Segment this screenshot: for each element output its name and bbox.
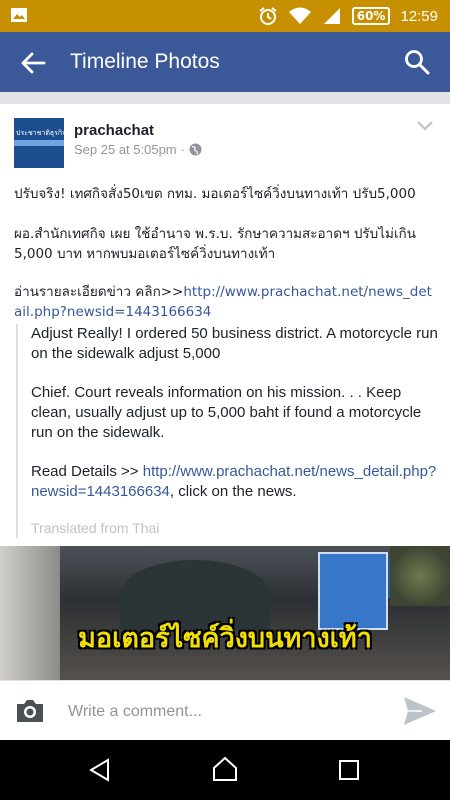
avatar-logo-bar [14, 140, 64, 146]
nav-back-icon[interactable] [88, 758, 112, 782]
chevron-down-icon[interactable] [416, 120, 434, 132]
translated-paragraph: Read Details >> http://www.prachachat.ne… [31, 462, 442, 502]
post-text-paragraph: อ่านรายละเอียดข่าว คลิก>>http://www.prac… [14, 282, 438, 322]
post-text-paragraph: ผอ.สำนักเทศกิจ เผย ใช้อำนาจ พ.ร.บ. รักษา… [14, 226, 416, 262]
nav-home-icon[interactable] [212, 756, 238, 782]
back-arrow-icon[interactable] [20, 50, 46, 76]
gallery-notification-icon [11, 8, 27, 22]
alarm-icon [259, 7, 277, 25]
battery-icon: 60% [351, 7, 391, 25]
post-photo[interactable]: มอเตอร์ไซค์วิ่งบนทางเท้า [0, 546, 450, 680]
camera-icon[interactable] [14, 697, 46, 725]
meta-separator: · [180, 142, 185, 157]
comment-input[interactable] [68, 701, 368, 723]
post-meta: Sep 25 at 5:05pm · [74, 142, 202, 157]
globe-icon [189, 143, 202, 156]
send-icon[interactable] [402, 694, 438, 728]
photo-building [0, 546, 60, 680]
comment-bar [0, 680, 450, 740]
search-icon[interactable] [404, 49, 430, 75]
clock: 12:59 [400, 7, 438, 25]
avatar-logo-text: ประชาชาติธุรกิจ [16, 129, 64, 137]
avatar[interactable]: ประชาชาติธุรกิจ [14, 118, 64, 168]
post-timestamp[interactable]: Sep 25 at 5:05pm [74, 142, 177, 157]
translation-block: Adjust Really! I ordered 50 business dis… [16, 324, 442, 538]
status-bar: 60% 12:59 [0, 0, 450, 32]
page-name-link[interactable]: prachachat [74, 122, 154, 139]
page-title: Timeline Photos [70, 50, 220, 73]
post-text-paragraph: ปรับจริง! เทศกิจสั่ง50เขต กทม. มอเตอร์ไซ… [14, 186, 416, 202]
photo-caption: มอเตอร์ไซค์วิ่งบนทางเท้า [78, 623, 372, 654]
photo-tree [390, 546, 450, 606]
system-nav-bar [0, 740, 450, 800]
app-bar: Timeline Photos [0, 32, 450, 92]
read-more-prefix: อ่านรายละเอียดข่าว คลิก>> [14, 284, 184, 300]
divider [0, 92, 450, 104]
translated-from-note[interactable]: Translated from Thai [31, 518, 442, 538]
battery-level: 60% [351, 7, 391, 25]
translated-read-prefix: Read Details >> [31, 463, 143, 480]
translated-paragraph: Chief. Court reveals information on his … [31, 384, 422, 441]
translated-paragraph: Adjust Really! I ordered 50 business dis… [31, 325, 438, 362]
signal-icon [323, 8, 340, 24]
translated-read-suffix: , click on the news. [169, 483, 297, 500]
nav-recent-apps-icon[interactable] [338, 759, 360, 781]
wifi-icon [288, 7, 311, 24]
